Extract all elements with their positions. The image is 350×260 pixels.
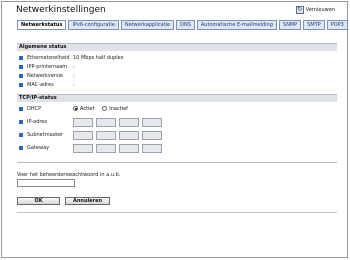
- bullet-icon: [19, 55, 23, 60]
- ip-address-octet-1[interactable]: [73, 117, 93, 127]
- status-row-ipp: IPP-printernaam :: [19, 63, 75, 70]
- ip-address-fields: [73, 117, 162, 127]
- tab-ipv6-configuratie[interactable]: IPv6-configuratie: [68, 20, 119, 30]
- tab-netwerkstatus[interactable]: Netwerkstatus: [17, 20, 67, 30]
- tab-snmp[interactable]: SNMP: [278, 20, 302, 30]
- tcpip-status-header: TCP/IP-status: [17, 94, 337, 102]
- gateway-octet-1[interactable]: [73, 143, 93, 153]
- status-row-network-version: Netwerkversie :: [19, 72, 75, 79]
- gateway-octet-3[interactable]: [119, 143, 139, 153]
- bullet-icon: [19, 73, 23, 78]
- tab-netwerkapplicatie[interactable]: Netwerkapplicatie: [120, 20, 175, 30]
- admin-password-input[interactable]: [17, 179, 75, 187]
- status-row-ethernet: Ethernetsnelheid 10 Mbps half duplex: [19, 54, 124, 61]
- tab-pop3[interactable]: POP3: [326, 20, 348, 30]
- refresh-label: Vernieuwen: [305, 7, 335, 13]
- ipp-printer-name-value: :: [73, 63, 75, 70]
- dhcp-row: DHCP Actief Inactief: [19, 105, 128, 112]
- bullet-icon: [19, 82, 23, 87]
- subnet-mask-octet-1[interactable]: [73, 130, 93, 140]
- dhcp-inactive-label: Inactief: [109, 105, 128, 112]
- ip-address-octet-4[interactable]: [142, 117, 162, 127]
- ip-address-octet-3[interactable]: [119, 117, 139, 127]
- bullet-icon: [19, 146, 23, 150]
- ok-button[interactable]: OK: [17, 197, 60, 205]
- gateway-octet-2[interactable]: [96, 143, 116, 153]
- mac-address-label: MAC-adres: [27, 81, 54, 88]
- tab-smtp[interactable]: SMTP: [303, 20, 325, 30]
- bullet-icon: [19, 120, 23, 124]
- mac-address-value: :: [73, 81, 75, 88]
- admin-password-label: Voer het beheerderswachtwoord in a.u.b.: [17, 172, 121, 178]
- dhcp-inactive-radio[interactable]: [102, 106, 108, 111]
- general-status-header: Algemene status: [17, 43, 337, 51]
- refresh-icon: ↻: [295, 6, 304, 14]
- bullet-icon: [19, 64, 23, 69]
- bullet-icon: [19, 106, 23, 111]
- dhcp-active-label: Actief: [80, 105, 95, 112]
- network-version-value: :: [73, 72, 75, 79]
- ipp-printer-name-label: IPP-printernaam: [27, 63, 68, 70]
- bottom-divider: [17, 212, 337, 213]
- gateway-octet-4[interactable]: [142, 143, 162, 153]
- refresh-button[interactable]: ↻ Vernieuwen: [295, 6, 335, 14]
- ip-address-octet-2[interactable]: [96, 117, 116, 127]
- page-title: Netwerkinstellingen: [16, 5, 106, 15]
- section-divider: [17, 162, 337, 163]
- gateway-label: Gateway: [27, 145, 50, 151]
- settings-panel: Netwerkinstellingen ↻ Vernieuwen Netwerk…: [1, 1, 348, 258]
- ip-address-label: IP-adres: [27, 119, 48, 125]
- network-version-label: Netwerkversie: [27, 72, 64, 79]
- subnet-mask-octet-3[interactable]: [119, 130, 139, 140]
- subnet-mask-fields: [73, 130, 162, 140]
- tab-bar: Netwerkstatus IPv6-configuratie Netwerka…: [17, 20, 348, 30]
- cancel-button[interactable]: Annuleren: [65, 197, 110, 205]
- subnet-mask-row: Subnetmasker: [19, 130, 162, 140]
- dhcp-radio-group: Actief Inactief: [73, 106, 128, 112]
- tab-email-notification[interactable]: Automatische E-mailmelding: [196, 20, 277, 30]
- gateway-row: Gateway: [19, 143, 162, 153]
- subnet-mask-octet-2[interactable]: [96, 130, 116, 140]
- dhcp-label: DHCP: [27, 105, 42, 112]
- ethernet-speed-value: 10 Mbps half duplex: [73, 54, 124, 61]
- subnet-mask-label: Subnetmasker: [27, 132, 64, 138]
- bullet-icon: [19, 133, 23, 137]
- ip-address-row: IP-adres: [19, 117, 162, 127]
- status-row-mac: MAC-adres :: [19, 81, 75, 88]
- tab-dns[interactable]: DNS: [176, 20, 195, 30]
- ethernet-speed-label: Ethernetsnelheid: [27, 54, 70, 61]
- subnet-mask-octet-4[interactable]: [142, 130, 162, 140]
- dhcp-active-radio[interactable]: [73, 106, 78, 111]
- gateway-fields: [73, 143, 162, 153]
